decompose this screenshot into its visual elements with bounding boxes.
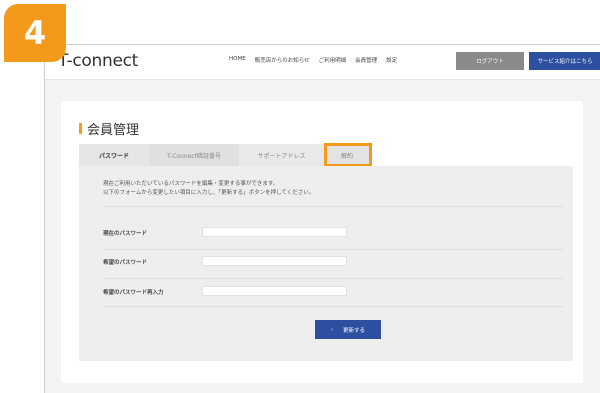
new-password-input[interactable] — [202, 256, 347, 266]
divider — [103, 206, 563, 207]
divider — [103, 249, 563, 250]
tab-tconnect-pin[interactable]: T-Connect暗証番号 — [149, 144, 239, 166]
update-button[interactable]: › 更新する — [315, 320, 381, 339]
main-nav: HOME 販売店からのお知らせ ご利用明細 会員管理 設定 — [229, 56, 397, 64]
tab-support-address[interactable]: サポートアドレス — [239, 144, 324, 166]
tab-cancel-membership[interactable]: 解約 — [324, 144, 370, 166]
password-panel: 現在ご利用いただいているパスワードを編集・変更する事ができます。 以下のフォーム… — [79, 166, 573, 361]
browser-screenshot: T-connect HOME 販売店からのお知らせ ご利用明細 会員管理 設定 … — [44, 44, 600, 393]
logout-button[interactable]: ログアウト — [456, 52, 524, 70]
step-badge: 4 — [4, 4, 66, 62]
confirm-password-label: 希望のパスワード再入力 — [103, 290, 164, 296]
confirm-password-input[interactable] — [202, 286, 347, 296]
update-button-label: 更新する — [342, 327, 365, 334]
chevron-right-icon: › — [330, 326, 333, 333]
divider — [103, 306, 563, 307]
page-title-text: 会員管理 — [87, 123, 140, 138]
current-password-input[interactable] — [202, 227, 347, 237]
title-accent-icon — [79, 123, 82, 134]
current-password-label: 現在のパスワード — [103, 231, 148, 237]
nav-item-dealer-news[interactable]: 販売店からのお知らせ — [255, 56, 310, 64]
page-title: 会員管理 — [79, 119, 139, 138]
tconnect-logo[interactable]: T-connect — [58, 51, 138, 71]
nav-item-usage-details[interactable]: ご利用明細 — [319, 56, 347, 64]
member-management-card: 会員管理 パスワード T-Connect暗証番号 サポートアドレス 解約 現在ご… — [61, 101, 583, 383]
service-intro-button[interactable]: サービス紹介はこちら — [529, 52, 600, 70]
intro-text: 現在ご利用いただいているパスワードを編集・変更する事ができます。 以下のフォーム… — [103, 180, 314, 198]
tab-password[interactable]: パスワード — [79, 144, 149, 166]
divider — [103, 278, 563, 279]
step-number: 4 — [23, 14, 47, 52]
nav-item-home[interactable]: HOME — [229, 56, 246, 64]
intro-line-2: 以下のフォームから変更したい項目に入力し、「更新する」ボタンを押してください。 — [103, 190, 315, 196]
nav-item-settings[interactable]: 設定 — [386, 56, 397, 64]
top-navigation-bar: T-connect HOME 販売店からのお知らせ ご利用明細 会員管理 設定 … — [45, 45, 600, 80]
new-password-label: 希望のパスワード — [103, 260, 148, 266]
tab-bar: パスワード T-Connect暗証番号 サポートアドレス 解約 — [79, 144, 370, 166]
nav-item-member-management[interactable]: 会員管理 — [355, 56, 377, 64]
intro-line-1: 現在ご利用いただいているパスワードを編集・変更する事ができます。 — [103, 181, 279, 187]
